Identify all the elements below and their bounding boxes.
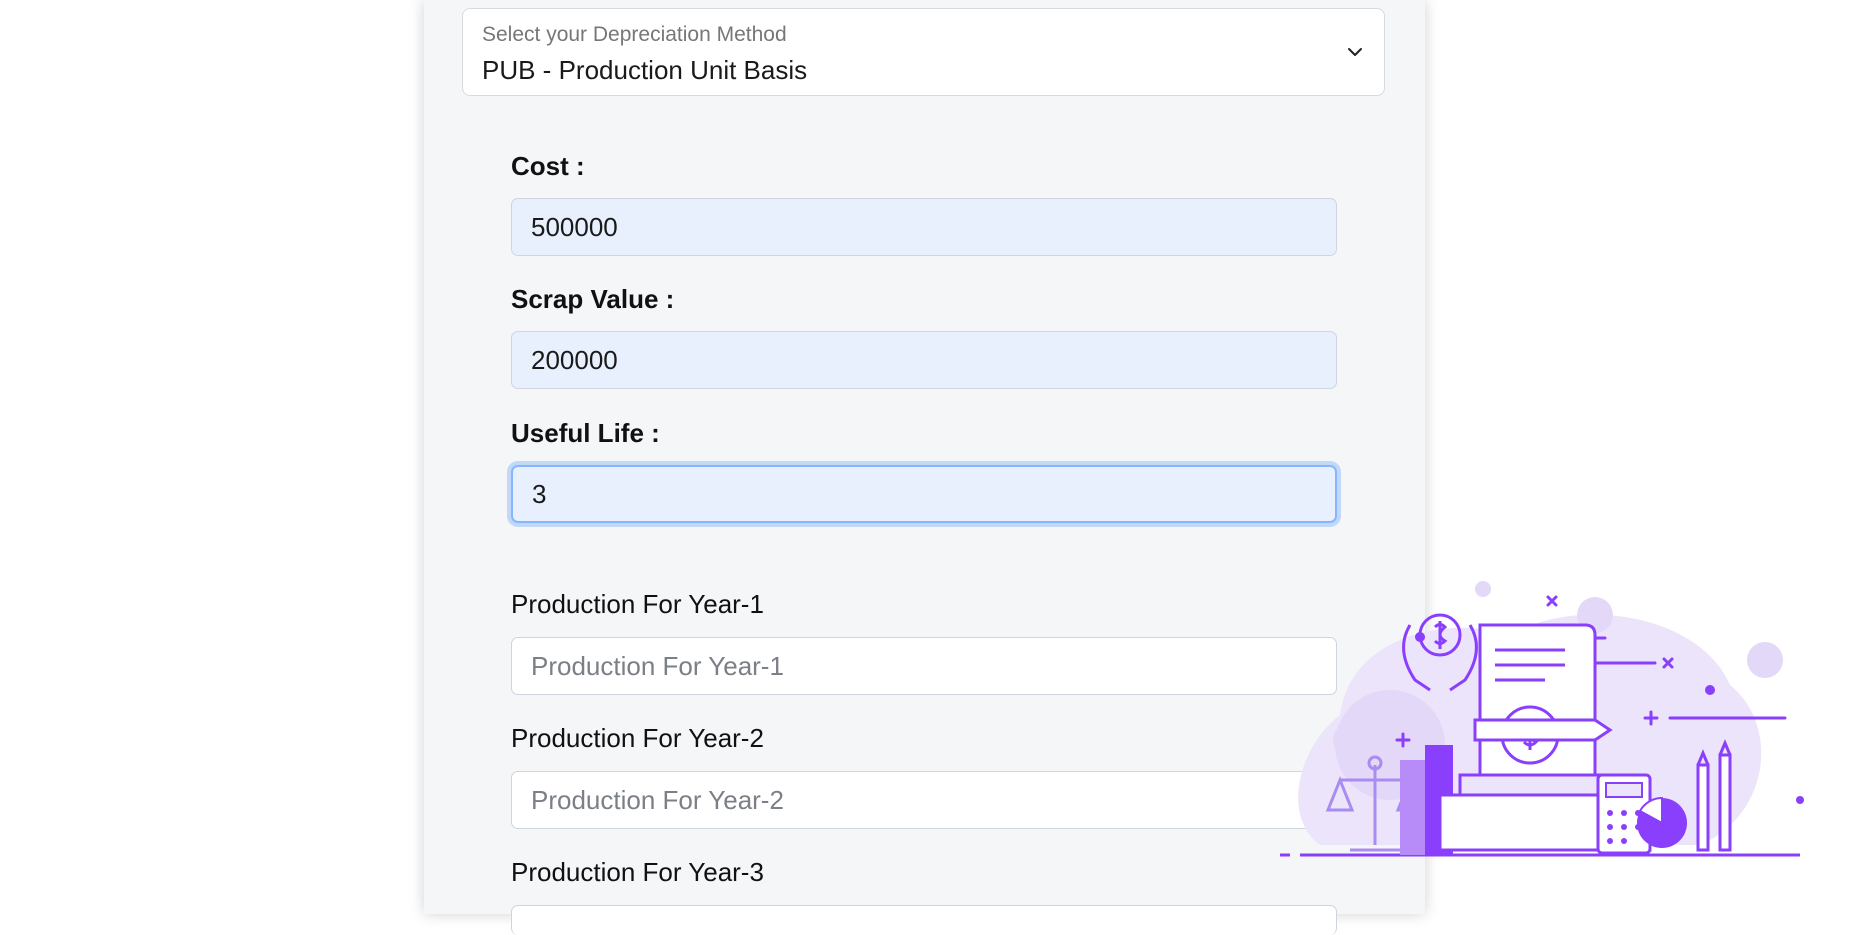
calculator-card: Select your Depreciation Method PUB - Pr…	[424, 0, 1425, 935]
select-current-value: PUB - Production Unit Basis	[482, 55, 808, 85]
production-year-3-label: Production For Year-3	[511, 857, 764, 887]
chevron-down-icon	[1348, 48, 1362, 56]
production-year-1-label: Production For Year-1	[511, 589, 764, 619]
depreciation-method-select[interactable]: Select your Depreciation Method PUB - Pr…	[462, 8, 1385, 96]
production-year-2-label: Production For Year-2	[511, 723, 764, 753]
production-year-2-input[interactable]	[511, 771, 1337, 829]
cost-input[interactable]	[511, 198, 1337, 256]
production-year-1-input[interactable]	[511, 637, 1337, 695]
cost-label: Cost :	[511, 151, 585, 181]
scrap-value-input[interactable]	[511, 331, 1337, 389]
finance-illustration-icon	[1280, 581, 1804, 857]
select-floating-label: Select your Depreciation Method	[482, 23, 787, 46]
useful-life-label: Useful Life :	[511, 418, 660, 448]
production-year-3-input[interactable]	[511, 905, 1337, 935]
useful-life-input[interactable]	[511, 465, 1337, 523]
scrap-value-label: Scrap Value :	[511, 284, 675, 314]
